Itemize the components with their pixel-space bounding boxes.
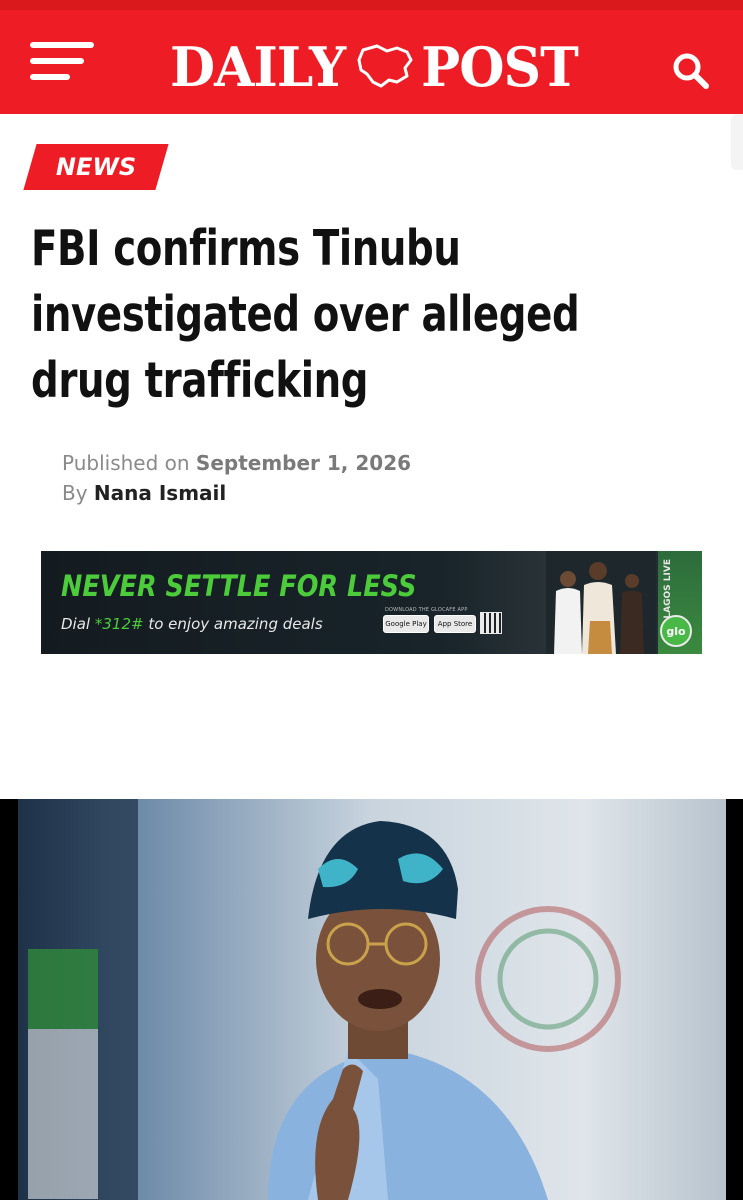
publish-line: Published on September 1, 2026 (62, 448, 411, 478)
article-title-line-1: FBI confirms Tinubu (31, 220, 461, 277)
ad-sub-prefix: Dial (61, 615, 91, 633)
glo-logo: glo (660, 615, 692, 647)
ad-subtext: Dial *312# to enjoy amazing deals (61, 615, 323, 633)
nigeria-map-icon (357, 44, 413, 88)
published-date: September 1, 2026 (195, 451, 412, 475)
logo-text-post: POST (421, 34, 579, 100)
ad-sub-suffix: to enjoy amazing deals (148, 615, 323, 633)
advertisement-banner[interactable]: NEVER SETTLE FOR LESS Dial *312# to enjo… (41, 551, 702, 654)
google-play-badge[interactable]: Google Play (383, 615, 429, 633)
app-store-badge[interactable]: App Store (434, 615, 476, 633)
article-photo-image (18, 799, 726, 1200)
article-photo[interactable] (0, 799, 743, 1200)
ad-headline: NEVER SETTLE FOR LESS (61, 569, 417, 603)
author-link[interactable]: Nana Ismail (94, 481, 226, 505)
site-logo[interactable]: DAILY POST (170, 32, 579, 102)
article-title-line-3: drug trafficking (31, 352, 369, 409)
byline: By Nana Ismail (62, 478, 411, 508)
category-badge[interactable] (23, 144, 169, 190)
ad-sub-code: *312# (94, 615, 144, 633)
search-icon[interactable] (670, 50, 714, 94)
ad-people-image (546, 551, 656, 654)
article-title: FBI confirms Tinubu investigated over al… (31, 216, 679, 414)
hamburger-menu-icon[interactable] (30, 40, 96, 84)
logo-text-daily: DAILY (170, 34, 346, 100)
status-strip (0, 0, 743, 10)
site-header: DAILY POST (0, 10, 743, 114)
ad-store-caption: DOWNLOAD THE GLOCAFE APP (385, 607, 468, 613)
published-prefix: Published on (62, 451, 190, 475)
article-title-line-2: investigated over alleged (31, 286, 580, 343)
article-meta: Published on September 1, 2026 By Nana I… (62, 448, 411, 508)
ad-side-text: LAGOS LIVE (663, 559, 673, 619)
qr-code-icon (480, 612, 502, 634)
by-prefix: By (62, 481, 88, 505)
scrollbar[interactable] (731, 114, 743, 170)
